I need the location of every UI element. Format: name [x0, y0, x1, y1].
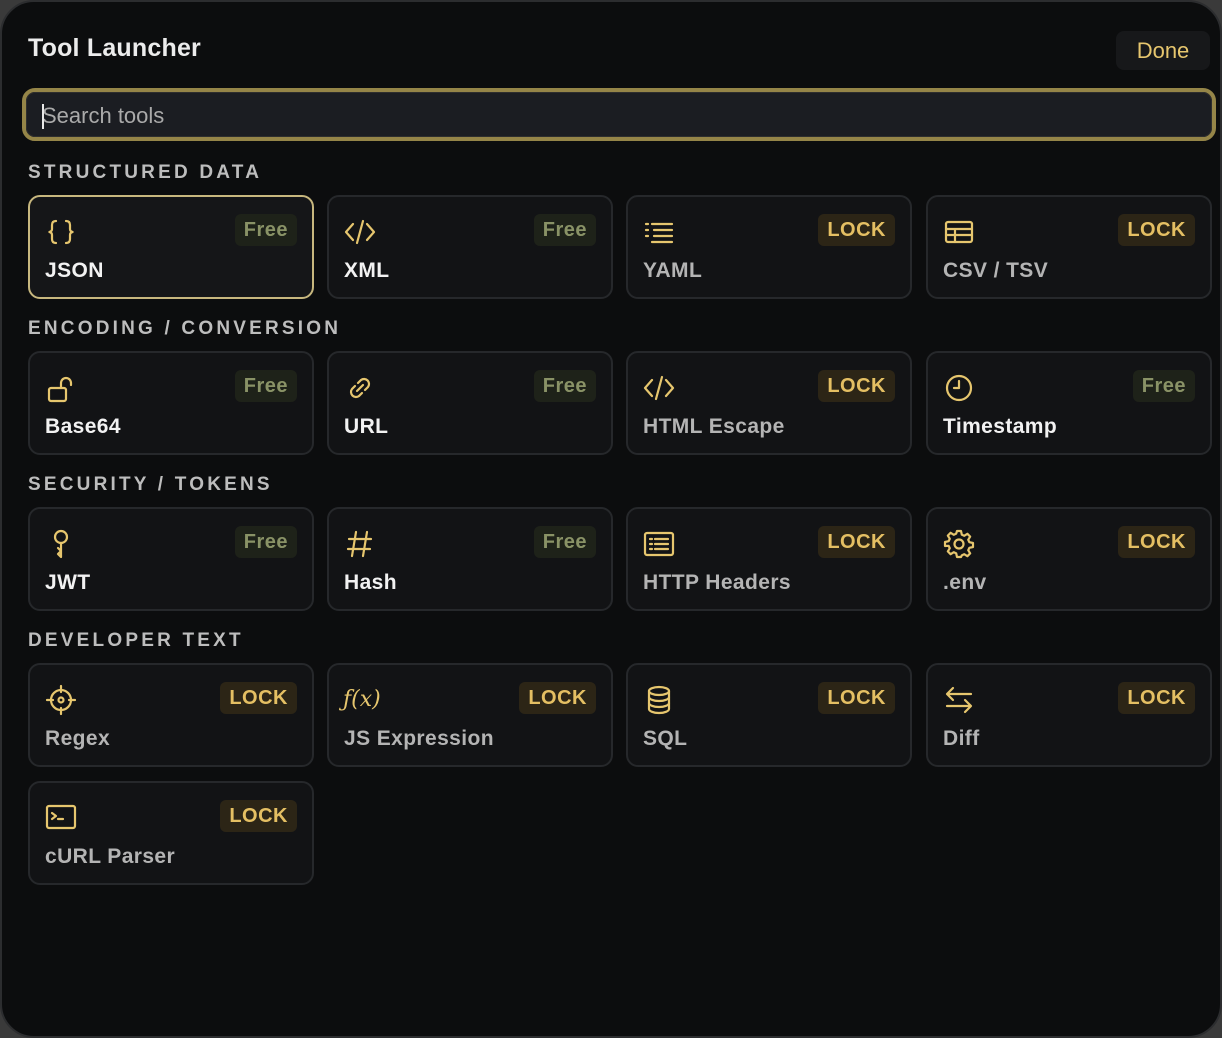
unlock-icon [44, 371, 78, 405]
tool-card-xml[interactable]: Free XML [327, 195, 613, 299]
tool-label: JS Expression [344, 727, 494, 750]
key-icon [44, 527, 78, 561]
tool-card-curl-parser[interactable]: LOCK cURL Parser [28, 781, 314, 885]
tool-card-hash[interactable]: Free Hash [327, 507, 613, 611]
lock-badge: LOCK [1118, 526, 1195, 558]
free-badge: Free [234, 370, 297, 402]
tool-card-jwt[interactable]: Free JWT [28, 507, 314, 611]
tool-card-timestamp[interactable]: Free Timestamp [926, 351, 1212, 455]
lock-badge: LOCK [519, 682, 596, 714]
tool-card-sql[interactable]: LOCK SQL [626, 663, 912, 767]
table-icon [942, 215, 976, 249]
tool-label: Timestamp [943, 415, 1058, 438]
link-icon [343, 371, 377, 405]
free-badge: Free [533, 370, 596, 402]
tool-card-js-expression[interactable]: ƒ(x) LOCK JS Expression [327, 663, 613, 767]
tool-card-base64[interactable]: Free Base64 [28, 351, 314, 455]
search-field[interactable] [22, 88, 1216, 141]
lock-badge: LOCK [818, 526, 895, 558]
tool-card-yaml[interactable]: LOCK YAML [626, 195, 912, 299]
free-badge: Free [533, 214, 596, 246]
lock-badge: LOCK [1118, 214, 1195, 246]
free-badge: Free [234, 526, 297, 558]
tool-card-env[interactable]: LOCK .env [926, 507, 1212, 611]
header: Tool Launcher Done [2, 2, 1220, 92]
swap-arrows-icon [942, 683, 976, 717]
function-icon-glyph: ƒ(x) [343, 687, 381, 712]
lock-badge: LOCK [818, 370, 895, 402]
tool-card-url[interactable]: Free URL [327, 351, 613, 455]
tool-label: XML [344, 259, 390, 282]
search-input[interactable] [42, 93, 1192, 138]
search-box [26, 92, 1212, 138]
tool-label: Regex [45, 727, 111, 750]
tool-label: .env [943, 571, 987, 594]
tool-label: JWT [45, 571, 91, 594]
tool-label: HTTP Headers [643, 571, 791, 594]
terminal-icon [44, 801, 78, 835]
tool-card-regex[interactable]: LOCK Regex [28, 663, 314, 767]
tool-label: cURL Parser [45, 845, 176, 868]
lock-badge: LOCK [220, 682, 297, 714]
crosshair-icon [44, 683, 78, 717]
hash-icon [343, 527, 377, 561]
lock-badge: LOCK [818, 682, 895, 714]
tool-label: HTML Escape [643, 415, 785, 438]
clock-icon [942, 371, 976, 405]
free-badge: Free [234, 214, 297, 246]
tool-card-csv-tsv[interactable]: LOCK CSV / TSV [926, 195, 1212, 299]
tool-label: CSV / TSV [943, 259, 1049, 282]
tool-card-html-escape[interactable]: LOCK HTML Escape [626, 351, 912, 455]
list-indent-icon [642, 215, 676, 249]
tool-label: YAML [643, 259, 703, 282]
section-title: STRUCTURED DATA [28, 162, 263, 183]
tool-label: Base64 [45, 415, 121, 438]
lock-badge: LOCK [818, 214, 895, 246]
window-title: Tool Launcher [28, 34, 201, 62]
tool-label: JSON [45, 259, 104, 282]
done-button[interactable]: Done [1116, 31, 1210, 70]
braces-icon [44, 215, 78, 249]
tool-card-http-headers[interactable]: LOCK HTTP Headers [626, 507, 912, 611]
lock-badge: LOCK [1118, 682, 1195, 714]
free-badge: Free [533, 526, 596, 558]
tool-card-diff[interactable]: LOCK Diff [926, 663, 1212, 767]
section-title: SECURITY / TOKENS [28, 474, 273, 495]
gear-icon [942, 527, 976, 561]
code-icon [642, 371, 676, 405]
tool-label: URL [344, 415, 389, 438]
database-icon [642, 683, 676, 717]
code-icon [343, 215, 377, 249]
tool-label: Diff [943, 727, 980, 750]
document-list-icon [642, 527, 676, 561]
tool-card-json[interactable]: Free JSON [28, 195, 314, 299]
section-title: DEVELOPER TEXT [28, 630, 244, 651]
text-caret [42, 104, 44, 129]
function-icon: ƒ(x) [343, 683, 381, 717]
section-title: ENCODING / CONVERSION [28, 318, 342, 339]
free-badge: Free [1132, 370, 1195, 402]
tool-label: SQL [643, 727, 688, 750]
tool-label: Hash [344, 571, 397, 594]
tool-launcher-window: Tool Launcher Done STRUCTURED DATA Free JS… [0, 0, 1222, 1038]
lock-badge: LOCK [220, 800, 297, 832]
